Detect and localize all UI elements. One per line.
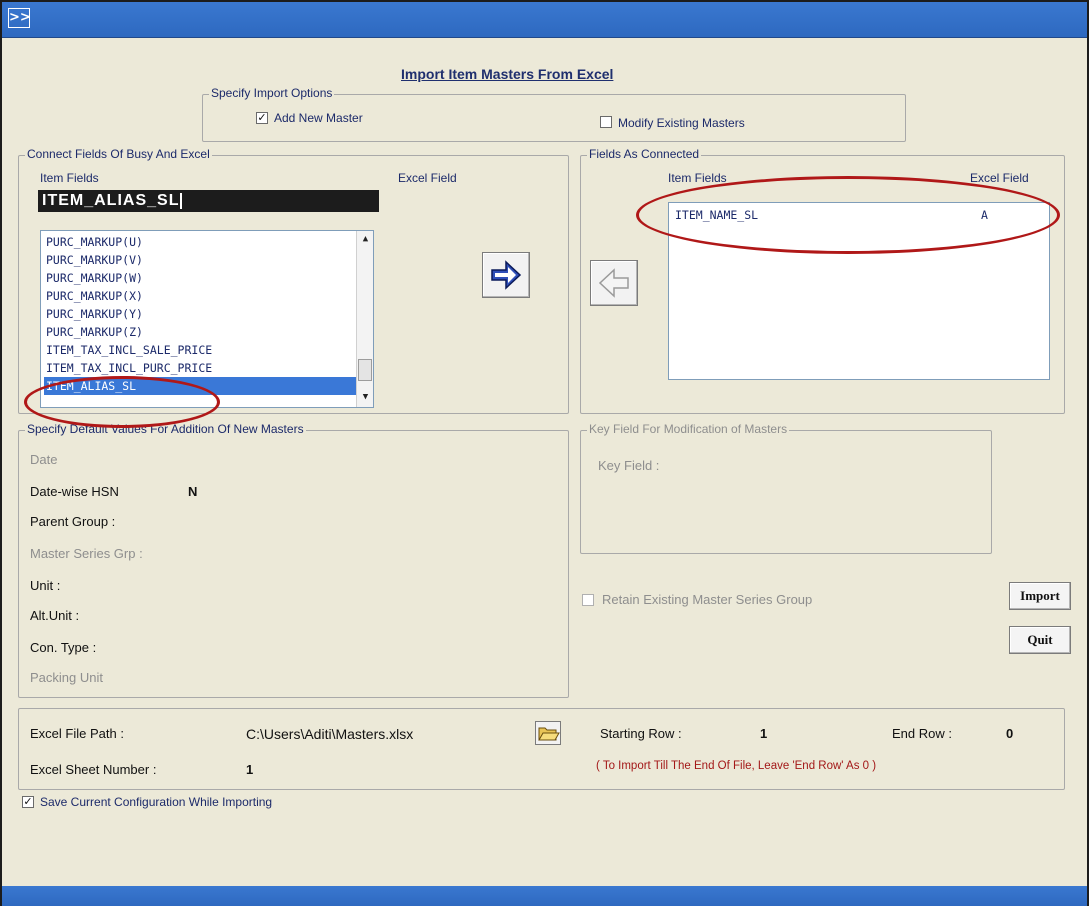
- datewise-hsn-value[interactable]: N: [188, 484, 197, 499]
- datewise-hsn-label: Date-wise HSN: [30, 484, 119, 499]
- scroll-thumb[interactable]: [358, 359, 372, 381]
- list-item[interactable]: PURC_MARKUP(Z): [44, 323, 356, 341]
- save-config-checkbox[interactable]: ✓: [22, 796, 34, 808]
- arrow-left-icon: [598, 268, 629, 298]
- default-values-group: Specify Default Values For Addition Of N…: [18, 422, 569, 698]
- text-cursor: [180, 192, 183, 209]
- status-bar: [2, 886, 1087, 906]
- alt-unit-label: Alt.Unit :: [30, 608, 80, 623]
- retain-series-checkbox[interactable]: [582, 594, 594, 606]
- con-type-label: Con. Type :: [30, 640, 97, 655]
- modify-existing-checkbox[interactable]: [600, 116, 612, 128]
- save-config-label: Save Current Configuration While Importi…: [40, 795, 273, 809]
- add-field-button[interactable]: [482, 252, 530, 298]
- starting-row-label: Starting Row :: [600, 726, 682, 741]
- excel-file-path-value[interactable]: C:\Users\Aditi\Masters.xlsx: [246, 726, 413, 742]
- folder-open-icon: [538, 727, 560, 741]
- selected-field-input[interactable]: ITEM_ALIAS_SL: [38, 190, 379, 212]
- parent-group-label: Parent Group :: [30, 514, 116, 529]
- import-options-legend: Specify Import Options: [209, 86, 335, 100]
- retain-series-label: Retain Existing Master Series Group: [602, 592, 813, 607]
- excel-field-header: Excel Field: [398, 171, 457, 185]
- expand-button[interactable]: >>: [8, 8, 31, 28]
- scroll-down-icon[interactable]: ▼: [358, 390, 373, 405]
- connected-excel-field-header: Excel Field: [970, 171, 1029, 185]
- list-item[interactable]: ITEM_TAX_INCL_PURC_PRICE: [44, 359, 356, 377]
- item-fields-header: Item Fields: [40, 171, 99, 185]
- excel-sheet-value[interactable]: 1: [246, 762, 253, 777]
- list-item[interactable]: PURC_MARKUP(U): [44, 233, 356, 251]
- connected-item-fields-header: Item Fields: [668, 171, 727, 185]
- end-row-value[interactable]: 0: [1006, 726, 1013, 741]
- list-item[interactable]: ITEM_TAX_INCL_SALE_PRICE: [44, 341, 356, 359]
- excel-file-path-label: Excel File Path :: [30, 726, 124, 741]
- key-field-legend: Key Field For Modification of Masters: [587, 422, 790, 436]
- unit-label: Unit :: [30, 578, 61, 593]
- end-row-label: End Row :: [892, 726, 952, 741]
- list-item[interactable]: PURC_MARKUP(W): [44, 269, 356, 287]
- arrow-right-icon: [491, 260, 522, 290]
- date-label: Date: [30, 452, 58, 467]
- list-scrollbar[interactable]: ▲ ▼: [356, 231, 373, 407]
- selected-field-value: ITEM_ALIAS_SL: [42, 192, 180, 209]
- remove-field-button[interactable]: [590, 260, 638, 306]
- end-row-hint: ( To Import Till The End Of File, Leave …: [596, 760, 877, 772]
- dialog-title: Import Item Masters From Excel: [401, 66, 614, 82]
- import-button[interactable]: Import: [1009, 582, 1071, 610]
- title-bar: >>: [2, 2, 1087, 38]
- scroll-up-icon[interactable]: ▲: [358, 232, 373, 247]
- packing-unit-label: Packing Unit: [30, 670, 103, 685]
- list-item[interactable]: PURC_MARKUP(Y): [44, 305, 356, 323]
- list-item[interactable]: PURC_MARKUP(X): [44, 287, 356, 305]
- highlight-ellipse-connected-field: [636, 176, 1060, 254]
- fields-connected-legend: Fields As Connected: [587, 147, 702, 161]
- master-series-label: Master Series Grp :: [30, 546, 143, 561]
- add-new-master-checkbox[interactable]: ✓: [256, 112, 268, 124]
- modify-existing-label: Modify Existing Masters: [618, 116, 745, 130]
- key-field-group: Key Field For Modification of Masters: [580, 422, 992, 554]
- quit-button[interactable]: Quit: [1009, 626, 1071, 654]
- key-field-label: Key Field :: [598, 458, 660, 473]
- connect-fields-legend: Connect Fields Of Busy And Excel: [25, 147, 212, 161]
- excel-sheet-label: Excel Sheet Number :: [30, 762, 157, 777]
- add-new-master-label: Add New Master: [274, 111, 363, 125]
- browse-file-button[interactable]: [535, 721, 561, 745]
- highlight-ellipse-selected-field: [24, 376, 220, 428]
- starting-row-value[interactable]: 1: [760, 726, 767, 741]
- list-item[interactable]: PURC_MARKUP(V): [44, 251, 356, 269]
